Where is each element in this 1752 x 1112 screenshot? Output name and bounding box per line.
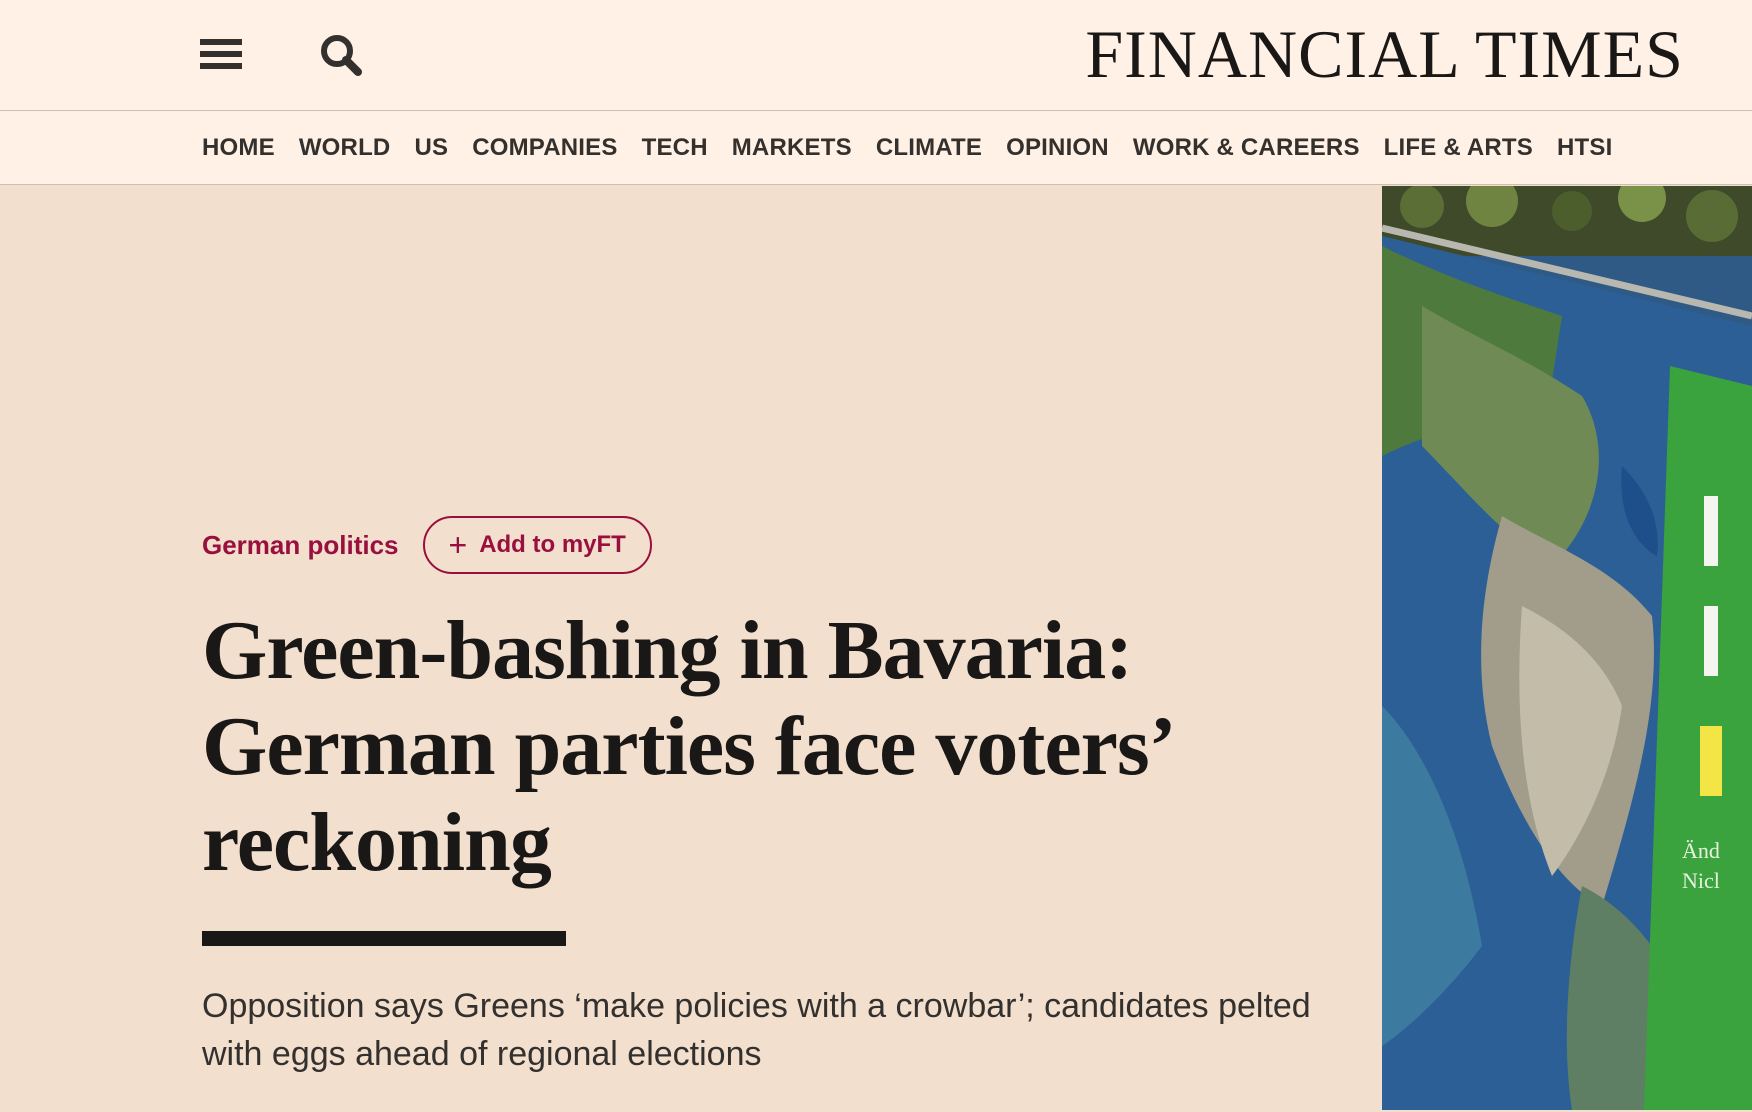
main-navigation: HOME WORLD US COMPANIES TECH MARKETS CLI… bbox=[0, 111, 1752, 185]
nav-item-us[interactable]: US bbox=[414, 134, 448, 162]
nav-item-life-arts[interactable]: LIFE & ARTS bbox=[1384, 134, 1533, 162]
plus-icon: + bbox=[448, 527, 468, 563]
lead-image-illustration: Änd Nicl bbox=[1382, 186, 1752, 1110]
search-icon[interactable] bbox=[318, 32, 364, 78]
article-head: German politics + Add to myFT Green-bash… bbox=[202, 515, 1342, 1112]
headline-rule bbox=[202, 931, 566, 946]
nav-item-climate[interactable]: CLIMATE bbox=[876, 134, 982, 162]
site-header: FINANCIAL TIMES bbox=[0, 0, 1752, 111]
topic-link[interactable]: German politics bbox=[202, 530, 399, 561]
nav-list: HOME WORLD US COMPANIES TECH MARKETS CLI… bbox=[202, 111, 1636, 185]
nav-item-tech[interactable]: TECH bbox=[642, 134, 708, 162]
hamburger-menu-icon[interactable] bbox=[200, 36, 244, 72]
poster-text-line2: Nicl bbox=[1682, 868, 1720, 893]
article-headline: Green-bashing in Bavaria: German parties… bbox=[202, 604, 1170, 889]
article-lead-image: Änd Nicl bbox=[1382, 186, 1752, 1110]
nav-item-home[interactable]: HOME bbox=[202, 134, 275, 162]
nav-item-htsi[interactable]: HTSI bbox=[1557, 134, 1612, 162]
nav-item-opinion[interactable]: OPINION bbox=[1006, 134, 1109, 162]
add-to-myft-button[interactable]: + Add to myFT bbox=[422, 516, 652, 574]
nav-item-work-careers[interactable]: WORK & CAREERS bbox=[1133, 134, 1360, 162]
ft-logo[interactable]: FINANCIAL TIMES bbox=[1085, 18, 1684, 90]
topic-row: German politics + Add to myFT bbox=[202, 515, 1342, 575]
article-standfirst: Opposition says Greens ‘make policies wi… bbox=[202, 987, 1311, 1073]
nav-item-world[interactable]: WORLD bbox=[299, 134, 391, 162]
nav-item-companies[interactable]: COMPANIES bbox=[472, 134, 617, 162]
poster-text-line1: Änd bbox=[1682, 838, 1720, 863]
nav-item-markets[interactable]: MARKETS bbox=[732, 134, 852, 162]
add-to-myft-label: Add to myFT bbox=[479, 531, 626, 558]
